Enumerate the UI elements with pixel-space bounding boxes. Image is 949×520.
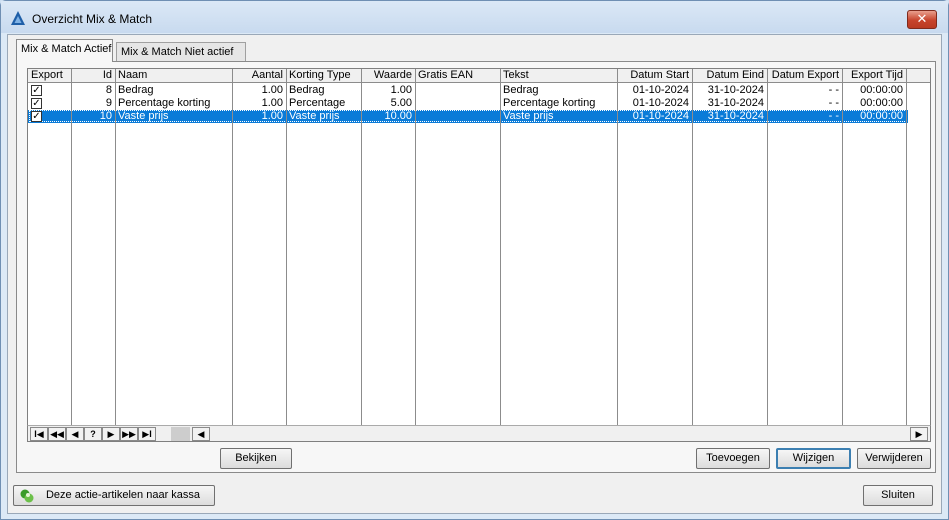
tab-mix-match-niet-actief[interactable]: Mix & Match Niet actief (116, 42, 246, 62)
col-header-waarde[interactable]: Waarde (361, 69, 415, 83)
cell-naam: Percentage korting (118, 97, 211, 109)
previous-page-button[interactable]: ◀◀ (48, 427, 66, 441)
col-header-gratis-ean[interactable]: Gratis EAN (415, 69, 500, 83)
col-header-naam[interactable]: Naam (115, 69, 232, 83)
tab-panel-actief: Export Id Naam Aantal Korting Type Waard… (16, 61, 936, 473)
cell-waarde: 1.00 (390, 84, 412, 96)
first-record-button[interactable]: I◀ (30, 427, 48, 441)
cell-tekst: Vaste prijs (503, 110, 554, 122)
col-header-datum-eind[interactable]: Datum Eind (692, 69, 767, 83)
sluiten-button[interactable]: Sluiten (863, 485, 933, 506)
cell-aantal: 1.00 (261, 110, 283, 122)
cell-waarde: 10.00 (384, 110, 412, 122)
grid-navigator-bar: I◀ ◀◀ ◀ ? ▶ ▶▶ ▶I ◀ ▶ (27, 425, 931, 442)
cell-waarde: 5.00 (390, 97, 412, 109)
cell-export-tijd: 00:00:00 (860, 84, 903, 96)
scroll-right-button[interactable]: ▶ (910, 427, 928, 441)
cell-datum-eind: 31-10-2024 (707, 97, 764, 109)
cell-export-tijd: 00:00:00 (860, 97, 903, 109)
next-page-button[interactable]: ▶▶ (120, 427, 138, 441)
cell-korting-type: Percentage (289, 97, 346, 109)
close-icon: ✕ (916, 11, 928, 26)
cell-naam: Bedrag (118, 84, 154, 96)
close-window-button[interactable]: ✕ (907, 10, 937, 29)
wijzigen-button[interactable]: Wijzigen (776, 448, 851, 469)
cell-datum-start: 01-10-2024 (632, 84, 689, 96)
cell-korting-type: Bedrag (289, 84, 325, 96)
app-logo-icon (11, 11, 25, 25)
cell-id: 9 (105, 97, 112, 109)
col-header-export[interactable]: Export (28, 69, 71, 83)
col-header-filler (906, 69, 930, 83)
cell-id: 10 (99, 110, 112, 122)
col-header-aantal[interactable]: Aantal (232, 69, 286, 83)
cell-datum-export: - - (828, 84, 839, 96)
cell-tekst: Percentage korting (503, 97, 596, 109)
export-checkbox[interactable]: ✓ (31, 85, 42, 96)
export-checkbox[interactable]: ✓ (31, 98, 42, 109)
naar-kassa-label: Deze actie-artikelen naar kassa (45, 489, 201, 501)
bekijken-button[interactable]: Bekijken (220, 448, 292, 469)
next-record-button[interactable]: ▶ (102, 427, 120, 441)
cell-datum-export: - - (828, 97, 839, 109)
col-header-tekst[interactable]: Tekst (500, 69, 617, 83)
cell-tekst: Bedrag (503, 84, 539, 96)
cell-datum-start: 01-10-2024 (632, 110, 689, 122)
mix-match-overview-window: Overzicht Mix & Match ✕ Mix & Match Acti… (0, 0, 949, 520)
last-record-button[interactable]: ▶I (138, 427, 156, 441)
tab-mix-match-actief[interactable]: Mix & Match Actief (16, 39, 113, 62)
cell-gratis-ean (415, 110, 500, 123)
send-to-register-icon (20, 489, 34, 503)
cell-datum-eind: 31-10-2024 (707, 84, 764, 96)
cell-datum-eind: 31-10-2024 (707, 110, 764, 122)
cell-datum-export: - - (828, 110, 839, 122)
help-button[interactable]: ? (84, 427, 102, 441)
window-title: Overzicht Mix & Match (32, 12, 153, 26)
mix-match-grid[interactable]: Export Id Naam Aantal Korting Type Waard… (27, 68, 931, 427)
cell-datum-start: 01-10-2024 (632, 97, 689, 109)
export-checkbox[interactable]: ✓ (31, 111, 42, 122)
scroll-left-button[interactable]: ◀ (192, 427, 210, 441)
cell-gratis-ean (415, 97, 500, 110)
col-header-korting-type[interactable]: Korting Type (286, 69, 361, 83)
toevoegen-button[interactable]: Toevoegen (696, 448, 770, 469)
col-header-export-tijd[interactable]: Export Tijd (842, 69, 906, 83)
cell-id: 8 (105, 84, 112, 96)
horizontal-scrollbar-thumb[interactable] (171, 427, 190, 441)
previous-record-button[interactable]: ◀ (66, 427, 84, 441)
cell-gratis-ean (415, 84, 500, 97)
cell-korting-type: Vaste prijs (289, 110, 340, 122)
window-client-area: Mix & Match Actief Mix & Match Niet acti… (7, 34, 942, 514)
naar-kassa-button[interactable]: Deze actie-artikelen naar kassa (13, 485, 215, 506)
col-header-datum-start[interactable]: Datum Start (617, 69, 692, 83)
cell-aantal: 1.00 (261, 97, 283, 109)
cell-aantal: 1.00 (261, 84, 283, 96)
col-header-datum-export[interactable]: Datum Export (767, 69, 842, 83)
cell-export-tijd: 00:00:00 (860, 110, 903, 122)
cell-naam: Vaste prijs (118, 110, 169, 122)
title-bar[interactable]: Overzicht Mix & Match ✕ (1, 1, 948, 33)
verwijderen-button[interactable]: Verwijderen (857, 448, 931, 469)
col-header-id[interactable]: Id (71, 69, 115, 83)
